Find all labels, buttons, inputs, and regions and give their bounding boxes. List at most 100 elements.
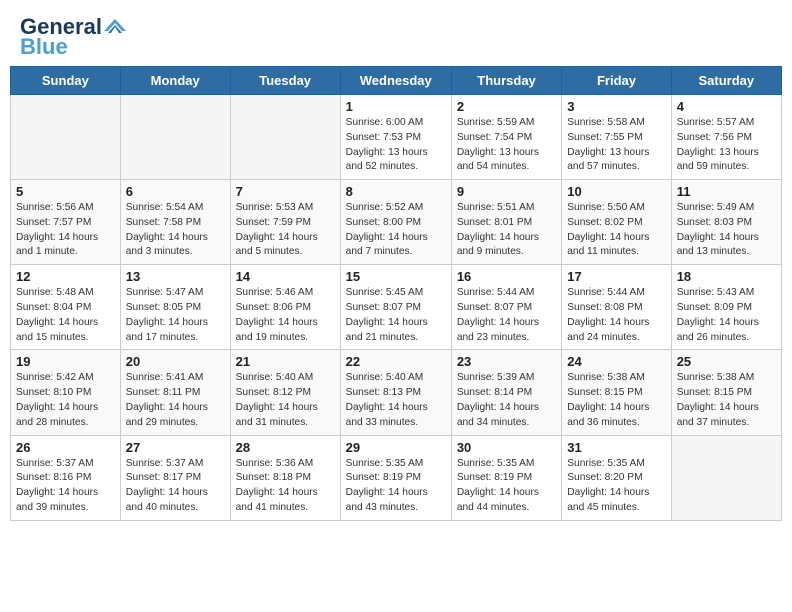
day-number: 2 [457,99,556,114]
day-cell-14: 14 Sunrise: 5:46 AM Sunset: 8:06 PM Dayli… [230,265,340,350]
day-number: 5 [16,184,115,199]
day-cell-12: 12 Sunrise: 5:48 AM Sunset: 8:04 PM Dayli… [11,265,121,350]
day-info: Sunrise: 5:59 AM Sunset: 7:54 PM Dayligh… [457,116,556,175]
day-info: Sunrise: 5:58 AM Sunset: 7:55 PM Dayligh… [567,116,665,175]
day-number: 20 [126,354,225,369]
day-number: 16 [457,269,556,284]
week-row-2: 5 Sunrise: 5:56 AM Sunset: 7:57 PM Daylig… [11,180,782,265]
logo: General Blue [20,16,126,58]
week-row-4: 19Sunrise: 5:42 AM Sunset: 8:10 PM Dayli… [11,350,782,435]
calendar-wrapper: SundayMondayTuesdayWednesdayThursdayFrid… [0,66,792,531]
day-number: 11 [677,184,776,199]
day-number: 29 [346,440,446,455]
week-row-3: 12 Sunrise: 5:48 AM Sunset: 8:04 PM Dayli… [11,265,782,350]
day-number: 28 [236,440,335,455]
day-cell-7: 7 Sunrise: 5:53 AM Sunset: 7:59 PM Daylig… [230,180,340,265]
day-number: 31 [567,440,665,455]
day-cell-26: 26 Sunrise: 5:37 AM Sunset: 8:16 PM Dayli… [11,435,121,520]
day-number: 10 [567,184,665,199]
day-number: 21 [236,354,335,369]
day-info: Sunrise: 5:41 AM Sunset: 8:11 PM Dayligh… [126,371,225,430]
day-cell-19: 19Sunrise: 5:42 AM Sunset: 8:10 PM Dayli… [11,350,121,435]
day-number: 12 [16,269,115,284]
day-info: Sunrise: 5:35 AM Sunset: 8:19 PM Dayligh… [346,457,446,516]
day-cell-3: 3 Sunrise: 5:58 AM Sunset: 7:55 PM Daylig… [562,95,671,180]
day-info: Sunrise: 5:52 AM Sunset: 8:00 PM Dayligh… [346,201,446,260]
day-info: Sunrise: 5:53 AM Sunset: 7:59 PM Dayligh… [236,201,335,260]
weekday-header-wednesday: Wednesday [340,67,451,95]
day-info: Sunrise: 5:49 AM Sunset: 8:03 PM Dayligh… [677,201,776,260]
day-info: Sunrise: 5:48 AM Sunset: 8:04 PM Dayligh… [16,286,115,345]
day-info: Sunrise: 6:00 AM Sunset: 7:53 PM Dayligh… [346,116,446,175]
day-number: 27 [126,440,225,455]
week-row-5: 26 Sunrise: 5:37 AM Sunset: 8:16 PM Dayli… [11,435,782,520]
day-number: 1 [346,99,446,114]
day-cell-21: 21Sunrise: 5:40 AM Sunset: 8:12 PM Dayli… [230,350,340,435]
logo-icon [104,17,126,33]
logo-blue: Blue [20,36,68,58]
day-info: Sunrise: 5:38 AM Sunset: 8:15 PM Dayligh… [567,371,665,430]
weekday-header-tuesday: Tuesday [230,67,340,95]
week-row-1: 1 Sunrise: 6:00 AM Sunset: 7:53 PM Daylig… [11,95,782,180]
day-number: 25 [677,354,776,369]
day-info: Sunrise: 5:35 AM Sunset: 8:19 PM Dayligh… [457,457,556,516]
day-cell-31: 31 Sunrise: 5:35 AM Sunset: 8:20 PM Dayli… [562,435,671,520]
empty-cell [120,95,230,180]
day-info: Sunrise: 5:47 AM Sunset: 8:05 PM Dayligh… [126,286,225,345]
day-info: Sunrise: 5:35 AM Sunset: 8:20 PM Dayligh… [567,457,665,516]
weekday-header-friday: Friday [562,67,671,95]
day-info: Sunrise: 5:57 AM Sunset: 7:56 PM Dayligh… [677,116,776,175]
day-cell-18: 18Sunrise: 5:43 AM Sunset: 8:09 PM Dayli… [671,265,781,350]
day-cell-9: 9 Sunrise: 5:51 AM Sunset: 8:01 PM Daylig… [451,180,561,265]
weekday-header-sunday: Sunday [11,67,121,95]
day-cell-10: 10 Sunrise: 5:50 AM Sunset: 8:02 PM Dayli… [562,180,671,265]
day-info: Sunrise: 5:44 AM Sunset: 8:07 PM Dayligh… [457,286,556,345]
day-info: Sunrise: 5:45 AM Sunset: 8:07 PM Dayligh… [346,286,446,345]
day-info: Sunrise: 5:44 AM Sunset: 8:08 PM Dayligh… [567,286,665,345]
day-info: Sunrise: 5:54 AM Sunset: 7:58 PM Dayligh… [126,201,225,260]
day-number: 26 [16,440,115,455]
weekday-header-row: SundayMondayTuesdayWednesdayThursdayFrid… [11,67,782,95]
day-cell-20: 20 Sunrise: 5:41 AM Sunset: 8:11 PM Dayli… [120,350,230,435]
header: General Blue [0,0,792,66]
day-info: Sunrise: 5:36 AM Sunset: 8:18 PM Dayligh… [236,457,335,516]
day-cell-28: 28 Sunrise: 5:36 AM Sunset: 8:18 PM Dayli… [230,435,340,520]
empty-cell [11,95,121,180]
day-number: 13 [126,269,225,284]
day-info: Sunrise: 5:46 AM Sunset: 8:06 PM Dayligh… [236,286,335,345]
day-cell-8: 8 Sunrise: 5:52 AM Sunset: 8:00 PM Daylig… [340,180,451,265]
day-number: 14 [236,269,335,284]
day-number: 23 [457,354,556,369]
day-number: 4 [677,99,776,114]
day-cell-25: 25Sunrise: 5:38 AM Sunset: 8:15 PM Dayli… [671,350,781,435]
day-cell-29: 29 Sunrise: 5:35 AM Sunset: 8:19 PM Dayli… [340,435,451,520]
day-info: Sunrise: 5:42 AM Sunset: 8:10 PM Dayligh… [16,371,115,430]
weekday-header-thursday: Thursday [451,67,561,95]
day-cell-1: 1 Sunrise: 6:00 AM Sunset: 7:53 PM Daylig… [340,95,451,180]
day-number: 9 [457,184,556,199]
day-cell-5: 5 Sunrise: 5:56 AM Sunset: 7:57 PM Daylig… [11,180,121,265]
day-cell-22: 22Sunrise: 5:40 AM Sunset: 8:13 PM Dayli… [340,350,451,435]
day-number: 30 [457,440,556,455]
day-info: Sunrise: 5:51 AM Sunset: 8:01 PM Dayligh… [457,201,556,260]
day-info: Sunrise: 5:56 AM Sunset: 7:57 PM Dayligh… [16,201,115,260]
day-cell-27: 27 Sunrise: 5:37 AM Sunset: 8:17 PM Dayli… [120,435,230,520]
day-number: 3 [567,99,665,114]
day-info: Sunrise: 5:43 AM Sunset: 8:09 PM Dayligh… [677,286,776,345]
day-info: Sunrise: 5:37 AM Sunset: 8:17 PM Dayligh… [126,457,225,516]
day-cell-15: 15Sunrise: 5:45 AM Sunset: 8:07 PM Dayli… [340,265,451,350]
empty-cell [230,95,340,180]
weekday-header-saturday: Saturday [671,67,781,95]
day-info: Sunrise: 5:50 AM Sunset: 8:02 PM Dayligh… [567,201,665,260]
day-cell-16: 16 Sunrise: 5:44 AM Sunset: 8:07 PM Dayli… [451,265,561,350]
day-cell-2: 2 Sunrise: 5:59 AM Sunset: 7:54 PM Daylig… [451,95,561,180]
day-info: Sunrise: 5:37 AM Sunset: 8:16 PM Dayligh… [16,457,115,516]
day-number: 8 [346,184,446,199]
day-number: 22 [346,354,446,369]
day-number: 6 [126,184,225,199]
day-number: 7 [236,184,335,199]
day-cell-17: 17Sunrise: 5:44 AM Sunset: 8:08 PM Dayli… [562,265,671,350]
day-cell-30: 30 Sunrise: 5:35 AM Sunset: 8:19 PM Dayli… [451,435,561,520]
day-cell-23: 23Sunrise: 5:39 AM Sunset: 8:14 PM Dayli… [451,350,561,435]
day-cell-24: 24Sunrise: 5:38 AM Sunset: 8:15 PM Dayli… [562,350,671,435]
